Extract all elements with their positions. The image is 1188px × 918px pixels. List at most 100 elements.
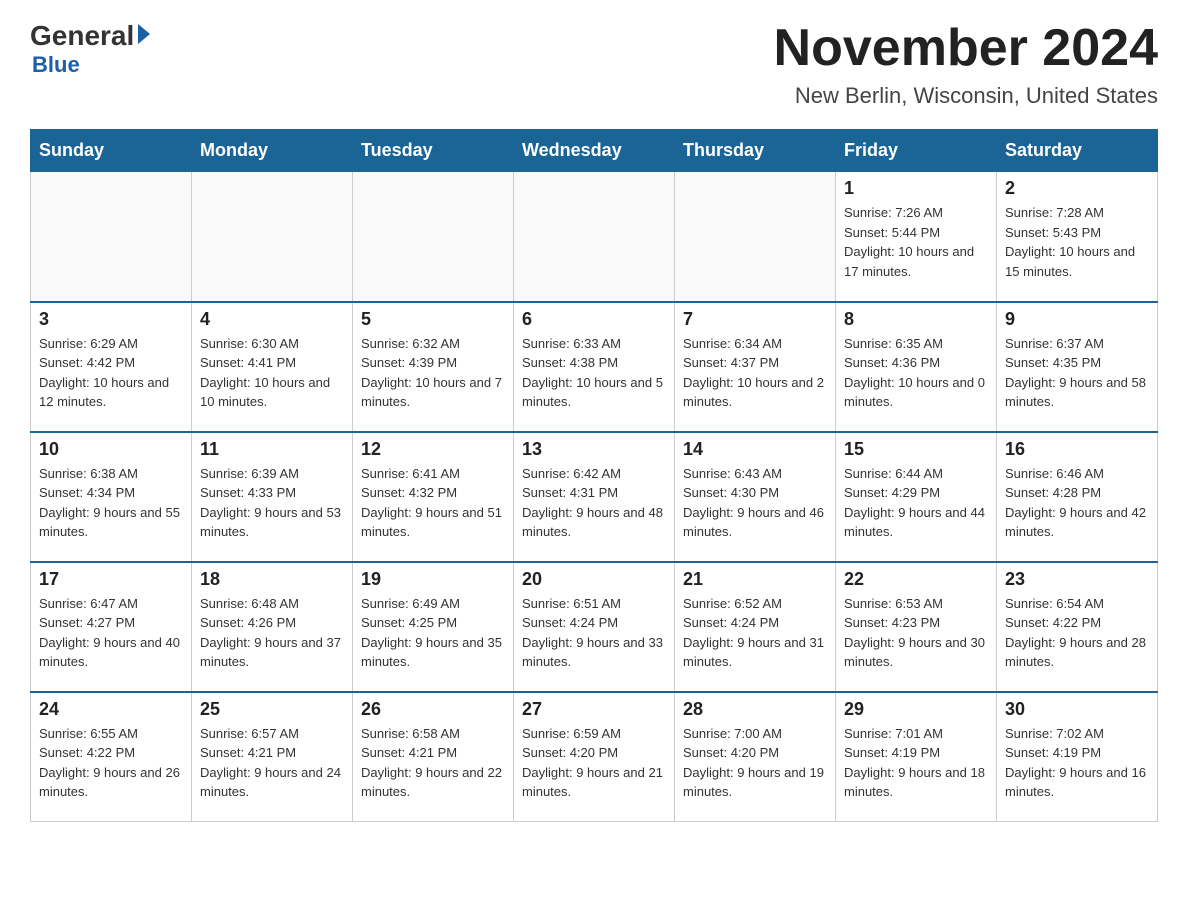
col-wednesday: Wednesday [514, 130, 675, 172]
day-info: Sunrise: 6:33 AMSunset: 4:38 PMDaylight:… [522, 334, 666, 412]
day-number: 24 [39, 699, 183, 720]
day-info: Sunrise: 6:46 AMSunset: 4:28 PMDaylight:… [1005, 464, 1149, 542]
table-row: 10Sunrise: 6:38 AMSunset: 4:34 PMDayligh… [31, 432, 192, 562]
day-number: 27 [522, 699, 666, 720]
day-info: Sunrise: 6:42 AMSunset: 4:31 PMDaylight:… [522, 464, 666, 542]
table-row: 6 Sunrise: 6:33 AMSunset: 4:38 PMDaylight… [514, 302, 675, 432]
day-info: Sunrise: 6:35 AMSunset: 4:36 PMDaylight:… [844, 334, 988, 412]
table-row: 19 Sunrise: 6:49 AMSunset: 4:25 PMDayligh… [353, 562, 514, 692]
day-info: Sunrise: 6:34 AMSunset: 4:37 PMDaylight:… [683, 334, 827, 412]
day-number: 15 [844, 439, 988, 460]
day-number: 6 [522, 309, 666, 330]
table-row: 21 Sunrise: 6:52 AMSunset: 4:24 PMDayligh… [675, 562, 836, 692]
day-number: 2 [1005, 178, 1149, 199]
table-row: 11Sunrise: 6:39 AMSunset: 4:33 PMDayligh… [192, 432, 353, 562]
day-number: 28 [683, 699, 827, 720]
table-row: 14Sunrise: 6:43 AMSunset: 4:30 PMDayligh… [675, 432, 836, 562]
logo-general-text: General [30, 20, 134, 52]
day-info: Sunrise: 6:43 AMSunset: 4:30 PMDaylight:… [683, 464, 827, 542]
day-number: 16 [1005, 439, 1149, 460]
calendar-week-row: 10Sunrise: 6:38 AMSunset: 4:34 PMDayligh… [31, 432, 1158, 562]
day-info: Sunrise: 6:58 AMSunset: 4:21 PMDaylight:… [361, 724, 505, 802]
day-number: 29 [844, 699, 988, 720]
day-number: 30 [1005, 699, 1149, 720]
table-row [353, 172, 514, 302]
table-row: 24 Sunrise: 6:55 AMSunset: 4:22 PMDayligh… [31, 692, 192, 822]
day-number: 21 [683, 569, 827, 590]
table-row [31, 172, 192, 302]
table-row: 23 Sunrise: 6:54 AMSunset: 4:22 PMDayligh… [997, 562, 1158, 692]
logo-text: General [30, 20, 150, 52]
day-number: 19 [361, 569, 505, 590]
day-number: 5 [361, 309, 505, 330]
day-info: Sunrise: 6:51 AMSunset: 4:24 PMDaylight:… [522, 594, 666, 672]
table-row [675, 172, 836, 302]
day-info: Sunrise: 6:53 AMSunset: 4:23 PMDaylight:… [844, 594, 988, 672]
calendar-week-row: 17Sunrise: 6:47 AMSunset: 4:27 PMDayligh… [31, 562, 1158, 692]
calendar-week-row: 3 Sunrise: 6:29 AMSunset: 4:42 PMDaylight… [31, 302, 1158, 432]
calendar-title-area: November 2024 New Berlin, Wisconsin, Uni… [774, 20, 1158, 109]
col-thursday: Thursday [675, 130, 836, 172]
day-info: Sunrise: 6:39 AMSunset: 4:33 PMDaylight:… [200, 464, 344, 542]
table-row: 12 Sunrise: 6:41 AMSunset: 4:32 PMDayligh… [353, 432, 514, 562]
calendar-week-row: 1 Sunrise: 7:26 AMSunset: 5:44 PMDaylight… [31, 172, 1158, 302]
day-number: 1 [844, 178, 988, 199]
day-info: Sunrise: 7:28 AMSunset: 5:43 PMDaylight:… [1005, 203, 1149, 281]
day-number: 9 [1005, 309, 1149, 330]
table-row: 29 Sunrise: 7:01 AMSunset: 4:19 PMDayligh… [836, 692, 997, 822]
table-row: 15 Sunrise: 6:44 AMSunset: 4:29 PMDayligh… [836, 432, 997, 562]
table-row: 22Sunrise: 6:53 AMSunset: 4:23 PMDayligh… [836, 562, 997, 692]
col-friday: Friday [836, 130, 997, 172]
table-row: 26 Sunrise: 6:58 AMSunset: 4:21 PMDayligh… [353, 692, 514, 822]
calendar-table: Sunday Monday Tuesday Wednesday Thursday… [30, 129, 1158, 822]
table-row: 25 Sunrise: 6:57 AMSunset: 4:21 PMDayligh… [192, 692, 353, 822]
day-number: 18 [200, 569, 344, 590]
day-info: Sunrise: 6:38 AMSunset: 4:34 PMDaylight:… [39, 464, 183, 542]
day-info: Sunrise: 6:30 AMSunset: 4:41 PMDaylight:… [200, 334, 344, 412]
day-info: Sunrise: 6:48 AMSunset: 4:26 PMDaylight:… [200, 594, 344, 672]
calendar-week-row: 24 Sunrise: 6:55 AMSunset: 4:22 PMDayligh… [31, 692, 1158, 822]
day-number: 12 [361, 439, 505, 460]
calendar-header-row: Sunday Monday Tuesday Wednesday Thursday… [31, 130, 1158, 172]
day-info: Sunrise: 6:49 AMSunset: 4:25 PMDaylight:… [361, 594, 505, 672]
table-row: 18 Sunrise: 6:48 AMSunset: 4:26 PMDayligh… [192, 562, 353, 692]
table-row: 9Sunrise: 6:37 AMSunset: 4:35 PMDaylight… [997, 302, 1158, 432]
day-number: 20 [522, 569, 666, 590]
table-row: 3 Sunrise: 6:29 AMSunset: 4:42 PMDaylight… [31, 302, 192, 432]
table-row: 4 Sunrise: 6:30 AMSunset: 4:41 PMDaylight… [192, 302, 353, 432]
day-number: 4 [200, 309, 344, 330]
day-info: Sunrise: 6:29 AMSunset: 4:42 PMDaylight:… [39, 334, 183, 412]
table-row: 27 Sunrise: 6:59 AMSunset: 4:20 PMDayligh… [514, 692, 675, 822]
table-row: 8 Sunrise: 6:35 AMSunset: 4:36 PMDaylight… [836, 302, 997, 432]
table-row: 5 Sunrise: 6:32 AMSunset: 4:39 PMDaylight… [353, 302, 514, 432]
day-number: 25 [200, 699, 344, 720]
logo-arrow-icon [138, 24, 150, 44]
day-number: 26 [361, 699, 505, 720]
table-row [514, 172, 675, 302]
day-number: 3 [39, 309, 183, 330]
calendar-month-year: November 2024 [774, 20, 1158, 77]
day-info: Sunrise: 6:57 AMSunset: 4:21 PMDaylight:… [200, 724, 344, 802]
day-info: Sunrise: 7:01 AMSunset: 4:19 PMDaylight:… [844, 724, 988, 802]
day-info: Sunrise: 6:54 AMSunset: 4:22 PMDaylight:… [1005, 594, 1149, 672]
day-number: 8 [844, 309, 988, 330]
day-info: Sunrise: 6:47 AMSunset: 4:27 PMDaylight:… [39, 594, 183, 672]
page-header: General Blue November 2024 New Berlin, W… [30, 20, 1158, 109]
table-row [192, 172, 353, 302]
table-row: 17Sunrise: 6:47 AMSunset: 4:27 PMDayligh… [31, 562, 192, 692]
day-number: 23 [1005, 569, 1149, 590]
calendar-location: New Berlin, Wisconsin, United States [774, 83, 1158, 109]
table-row: 30Sunrise: 7:02 AMSunset: 4:19 PMDayligh… [997, 692, 1158, 822]
day-info: Sunrise: 6:59 AMSunset: 4:20 PMDaylight:… [522, 724, 666, 802]
table-row: 13Sunrise: 6:42 AMSunset: 4:31 PMDayligh… [514, 432, 675, 562]
table-row: 20 Sunrise: 6:51 AMSunset: 4:24 PMDayligh… [514, 562, 675, 692]
day-info: Sunrise: 6:44 AMSunset: 4:29 PMDaylight:… [844, 464, 988, 542]
day-info: Sunrise: 6:55 AMSunset: 4:22 PMDaylight:… [39, 724, 183, 802]
day-info: Sunrise: 7:26 AMSunset: 5:44 PMDaylight:… [844, 203, 988, 281]
day-info: Sunrise: 6:41 AMSunset: 4:32 PMDaylight:… [361, 464, 505, 542]
day-info: Sunrise: 6:32 AMSunset: 4:39 PMDaylight:… [361, 334, 505, 412]
day-info: Sunrise: 7:00 AMSunset: 4:20 PMDaylight:… [683, 724, 827, 802]
table-row: 1 Sunrise: 7:26 AMSunset: 5:44 PMDaylight… [836, 172, 997, 302]
logo: General Blue [30, 20, 150, 78]
day-info: Sunrise: 6:52 AMSunset: 4:24 PMDaylight:… [683, 594, 827, 672]
